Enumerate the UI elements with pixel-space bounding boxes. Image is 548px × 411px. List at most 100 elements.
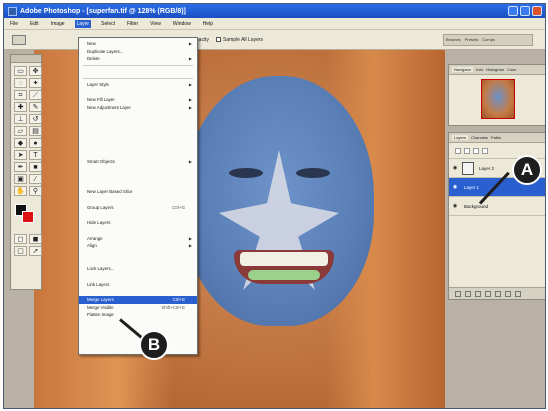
visibility-eye-icon[interactable]: ◉ bbox=[451, 165, 459, 171]
shape-tool-icon[interactable]: ■ bbox=[29, 162, 42, 172]
brush-tool-icon[interactable]: ✎ bbox=[29, 102, 42, 112]
menu-item-label: Delete bbox=[87, 56, 100, 62]
type-tool-icon[interactable]: T bbox=[29, 150, 42, 160]
menu-item-link-layers[interactable]: Link Layers bbox=[79, 281, 197, 289]
menu-edit[interactable]: Edit bbox=[28, 20, 41, 28]
tab-navigator[interactable]: Navigator bbox=[452, 67, 474, 72]
menu-view[interactable]: View bbox=[148, 20, 163, 28]
lock-position-icon[interactable] bbox=[473, 147, 479, 154]
menu-item-new-fill-layer[interactable]: New Fill Layer ▶ bbox=[79, 96, 197, 104]
crop-tool-icon[interactable]: ⌗ bbox=[14, 90, 27, 100]
menu-separator bbox=[83, 77, 193, 79]
pen-tool-icon[interactable]: ✒ bbox=[14, 162, 27, 172]
marquee-tool-icon[interactable]: ▭ bbox=[14, 66, 27, 76]
background-color-swatch[interactable] bbox=[22, 211, 34, 223]
menu-item-merge-visible[interactable]: Merge Visible Shift+Ctrl+E bbox=[79, 304, 197, 312]
visibility-eye-icon[interactable]: ◉ bbox=[451, 203, 459, 209]
healing-brush-tool-icon[interactable]: ✚ bbox=[14, 102, 27, 112]
well-tab-presets[interactable]: Presets bbox=[465, 37, 479, 43]
menu-item-new[interactable]: New ▶ bbox=[79, 40, 197, 48]
menu-blank-row bbox=[79, 135, 197, 143]
path-selection-tool-icon[interactable]: ➤ bbox=[14, 150, 27, 160]
link-layers-icon[interactable] bbox=[455, 290, 461, 297]
blur-tool-icon[interactable]: ◆ bbox=[14, 138, 27, 148]
dodge-tool-icon[interactable]: ● bbox=[29, 138, 42, 148]
eyedropper-tool-icon[interactable]: ⁄ bbox=[29, 174, 42, 184]
history-brush-tool-icon[interactable]: ↺ bbox=[29, 114, 42, 124]
menu-item-merge-layers[interactable]: Merge Layers Ctrl+E bbox=[79, 296, 197, 304]
new-layer-icon[interactable] bbox=[505, 290, 511, 297]
menu-image[interactable]: Image bbox=[49, 20, 67, 28]
quick-mask-off-icon[interactable]: ◻ bbox=[14, 234, 27, 244]
menu-item-new-layer-based-slice[interactable]: New Layer Based Slice bbox=[79, 188, 197, 196]
tools-panel-header[interactable] bbox=[11, 55, 41, 63]
well-tab-comps[interactable]: Comps bbox=[482, 37, 495, 43]
menu-window[interactable]: Window bbox=[171, 20, 193, 28]
menu-item-lock-layers[interactable]: Lock Layers... bbox=[79, 265, 197, 273]
lock-transparency-icon[interactable] bbox=[455, 147, 461, 154]
callout-a-badge: A bbox=[512, 155, 542, 185]
menu-select[interactable]: Select bbox=[99, 20, 117, 28]
new-group-icon[interactable] bbox=[495, 290, 501, 297]
navigator-thumbnail[interactable] bbox=[481, 79, 515, 119]
menu-item-hide-layers[interactable]: Hide Layers bbox=[79, 219, 197, 227]
menu-item-duplicate-layers[interactable]: Duplicate Layers... bbox=[79, 48, 197, 56]
close-button[interactable] bbox=[532, 6, 542, 16]
tab-color[interactable]: Color bbox=[507, 67, 517, 72]
tab-paths[interactable]: Paths bbox=[491, 135, 501, 140]
menu-item-smart-objects[interactable]: Smart Objects ▶ bbox=[79, 158, 197, 166]
menu-layer[interactable]: Layer bbox=[74, 19, 92, 28]
jump-to-imageready-icon[interactable]: ➚ bbox=[29, 246, 42, 256]
layers-panel-tabs: Layers Channels Paths bbox=[449, 133, 545, 143]
menu-item-group-layers[interactable]: Group Layers Ctrl+G bbox=[79, 204, 197, 212]
tab-histogram[interactable]: Histogram bbox=[486, 67, 504, 72]
lasso-tool-icon[interactable]: ◌ bbox=[14, 78, 27, 88]
screen-mode-icon[interactable]: ▢ bbox=[14, 246, 27, 256]
slice-tool-icon[interactable]: ⟋ bbox=[29, 90, 42, 100]
add-style-icon[interactable] bbox=[465, 290, 471, 297]
lock-all-icon[interactable] bbox=[482, 147, 488, 154]
maximize-button[interactable] bbox=[520, 6, 530, 16]
menu-filter[interactable]: Filter bbox=[125, 20, 140, 28]
callout-b-badge: B bbox=[139, 330, 169, 360]
menu-blank-row bbox=[79, 211, 197, 219]
eraser-tool-icon[interactable]: ▱ bbox=[14, 126, 27, 136]
menu-item-label: New Adjustment Layer bbox=[87, 104, 131, 110]
notes-tool-icon[interactable]: ▣ bbox=[14, 174, 27, 184]
lock-pixels-icon[interactable] bbox=[464, 147, 470, 154]
hand-tool-icon[interactable]: ✋ bbox=[14, 186, 27, 196]
menu-item-new-adjustment-layer[interactable]: New Adjustment Layer ▶ bbox=[79, 104, 197, 112]
menu-help[interactable]: Help bbox=[201, 20, 215, 28]
trash-icon[interactable] bbox=[515, 290, 521, 297]
tab-channels[interactable]: Channels bbox=[471, 135, 488, 140]
menu-blank-row bbox=[79, 288, 197, 296]
menu-item-layer-style[interactable]: Layer Style ▶ bbox=[79, 81, 197, 89]
menu-blank-row bbox=[79, 273, 197, 281]
tab-layers[interactable]: Layers bbox=[452, 135, 469, 140]
new-adjustment-icon[interactable] bbox=[485, 290, 491, 297]
move-tool-icon[interactable]: ✥ bbox=[29, 66, 42, 76]
minimize-button[interactable] bbox=[508, 6, 518, 16]
menu-file[interactable]: File bbox=[8, 20, 20, 28]
menu-blank-row bbox=[79, 68, 197, 76]
menu-item-label: Merge Visible bbox=[87, 304, 114, 310]
color-swatches bbox=[14, 203, 38, 227]
quick-mask-on-icon[interactable]: ◼ bbox=[29, 234, 42, 244]
tool-preset-picker[interactable] bbox=[12, 35, 26, 45]
tab-info[interactable]: Info bbox=[476, 67, 483, 72]
menu-item-flatten-image[interactable]: Flatten Image bbox=[79, 311, 197, 319]
add-mask-icon[interactable] bbox=[475, 290, 481, 297]
magic-wand-tool-icon[interactable]: ✦ bbox=[29, 78, 42, 88]
menu-item-delete[interactable]: Delete ▶ bbox=[79, 55, 197, 63]
zoom-tool-icon[interactable]: ⚲ bbox=[29, 186, 42, 196]
menu-item-align[interactable]: Align ▶ bbox=[79, 242, 197, 250]
well-tab-brushes[interactable]: Brushes bbox=[446, 37, 461, 43]
tool-grid: ▭ ✥ ◌ ✦ ⌗ ⟋ ✚ ✎ ⊥ ↺ ▱ ▤ ◆ ● ➤ T ✒ ■ ▣ ⁄ … bbox=[11, 63, 42, 199]
visibility-eye-icon[interactable]: ◉ bbox=[451, 184, 459, 190]
menu-item-label: Group Layers bbox=[87, 204, 114, 210]
gradient-tool-icon[interactable]: ▤ bbox=[29, 126, 42, 136]
sample-all-layers-checkbox[interactable] bbox=[216, 37, 221, 42]
clone-stamp-tool-icon[interactable]: ⊥ bbox=[14, 114, 27, 124]
layer-row-background[interactable]: ◉ Background bbox=[449, 197, 545, 216]
menu-item-arrange[interactable]: Arrange ▶ bbox=[79, 235, 197, 243]
